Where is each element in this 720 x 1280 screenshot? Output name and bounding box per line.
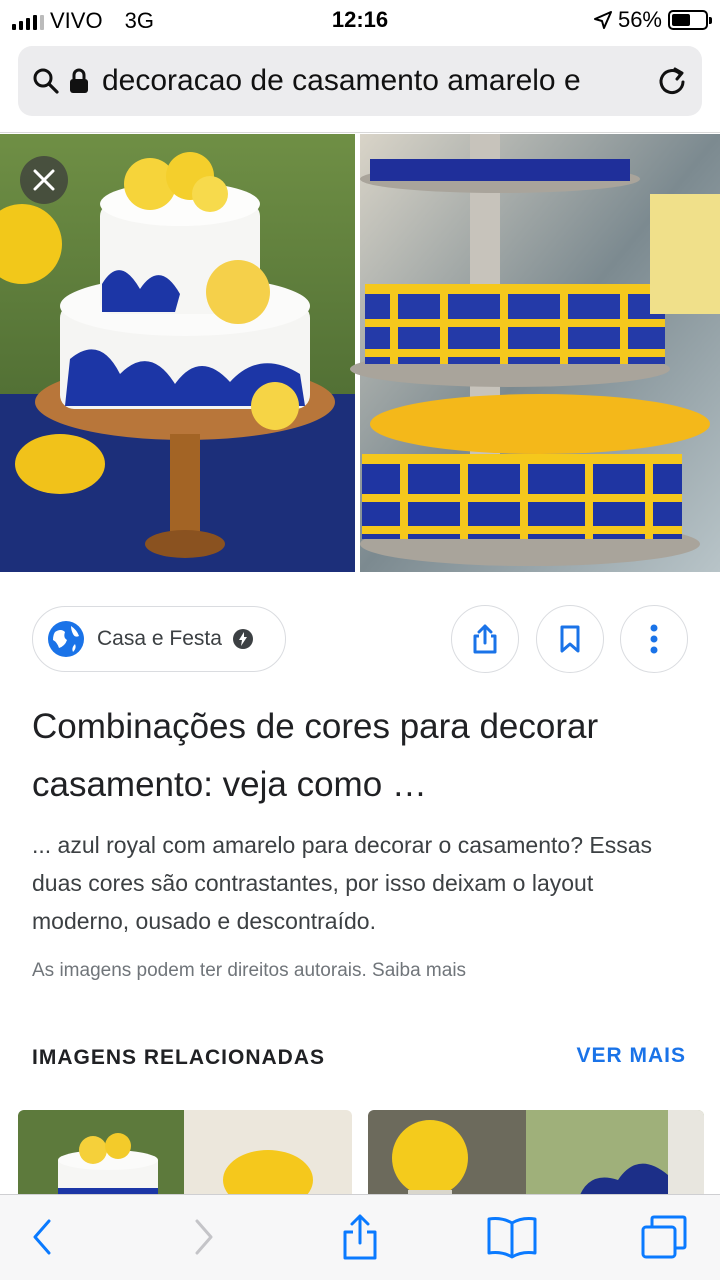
divider	[0, 132, 720, 133]
share-icon	[473, 624, 497, 654]
battery-percent: 56%	[617, 7, 662, 32]
status-bar: VIVO 3G 12:16 56%	[0, 0, 720, 40]
tabs-icon	[641, 1215, 687, 1259]
battery-icon	[668, 10, 712, 30]
open-book-icon	[487, 1217, 537, 1259]
browser-toolbar	[0, 1194, 720, 1280]
share-button[interactable]	[451, 605, 519, 673]
back-button[interactable]	[14, 1211, 70, 1263]
chevron-right-icon	[195, 1219, 213, 1255]
copyright-notice[interactable]: As imagens podem ter direitos autorais. …	[32, 960, 466, 982]
related-image-1[interactable]	[18, 1110, 352, 1200]
source-name: Casa e Festa	[97, 627, 222, 650]
share-page-button[interactable]	[332, 1211, 388, 1263]
location-arrow-icon	[593, 11, 612, 29]
close-icon	[33, 169, 55, 191]
address-bar[interactable]: decoracao de casamento amarelo e	[18, 46, 702, 116]
favors-photo	[350, 134, 720, 572]
more-options-button[interactable]	[620, 605, 688, 673]
bookmark-icon	[560, 625, 580, 653]
url-text[interactable]: decoracao de casamento amarelo e	[102, 64, 646, 98]
tabs-button[interactable]	[636, 1211, 692, 1263]
search-icon	[33, 68, 59, 94]
bookmarks-button[interactable]	[484, 1211, 540, 1263]
reload-icon[interactable]	[656, 65, 688, 97]
related-images-heading: IMAGENS RELACIONADAS	[32, 1046, 326, 1069]
amp-bolt-icon	[232, 629, 253, 649]
more-vert-icon	[650, 624, 658, 654]
result-title[interactable]: Combinações de cores para decorar casame…	[32, 698, 692, 814]
result-snippet: ... azul royal com amarelo para decorar …	[32, 832, 653, 934]
save-button[interactable]	[536, 605, 604, 673]
preview-image[interactable]	[0, 134, 720, 572]
related-image-2[interactable]	[368, 1110, 704, 1200]
source-chip[interactable]: Casa e Festa	[32, 606, 286, 672]
globe-icon	[48, 621, 84, 657]
chevron-left-icon	[33, 1219, 51, 1255]
forward-button[interactable]	[176, 1211, 232, 1263]
close-button[interactable]	[20, 156, 68, 204]
share-icon	[343, 1214, 377, 1260]
lock-icon	[70, 68, 88, 93]
see-more-link[interactable]: VER MAIS	[576, 1044, 686, 1068]
